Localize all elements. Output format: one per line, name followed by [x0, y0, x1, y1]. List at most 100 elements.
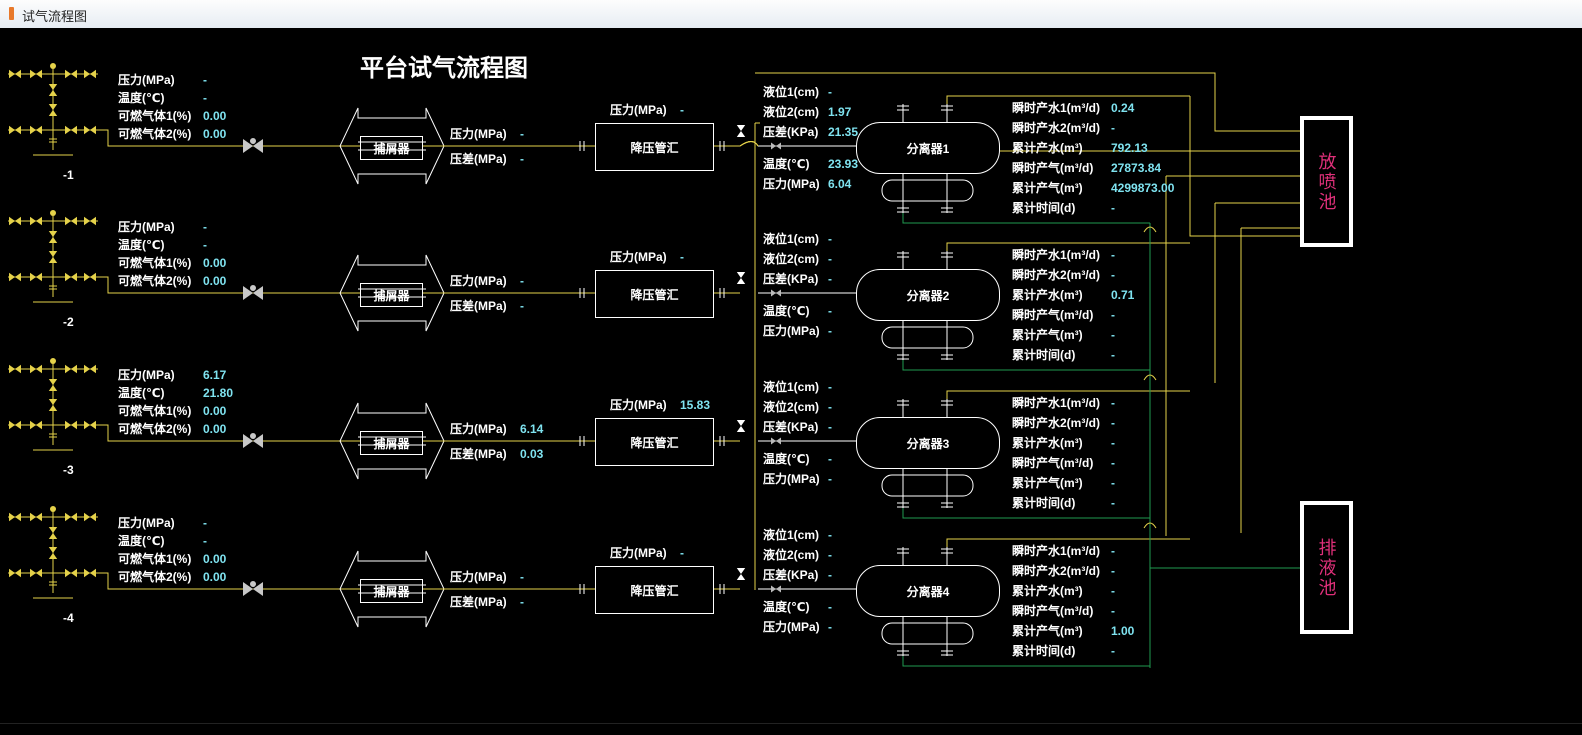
level2-value: -	[828, 400, 832, 414]
gas2-label: 可燃气体2(%)	[118, 127, 192, 141]
pressure-manifold[interactable]: 降压管汇	[595, 418, 714, 466]
debris-trap[interactable]: 捕屑器	[360, 136, 423, 160]
inlet-valve-icon	[776, 142, 781, 150]
trap-diff-value: -	[520, 299, 524, 313]
gas2-label: 可燃气体2(%)	[118, 422, 192, 436]
vent-line-4	[1189, 96, 1300, 237]
valve-icon	[36, 272, 42, 282]
trap-pressure-label: 压力(MPa)	[450, 570, 507, 584]
level1-value: -	[828, 528, 832, 542]
valve-icon	[84, 420, 90, 430]
vent-pool[interactable]: 放喷池	[1300, 116, 1353, 247]
valve-icon	[48, 237, 58, 243]
gas1-value: 0.00	[203, 109, 227, 123]
separator-vessel[interactable]: 分离器3	[856, 417, 1000, 469]
cum-time-label: 累计时间(d)	[1012, 348, 1076, 362]
valve-icon	[71, 216, 77, 226]
valve-icon	[48, 399, 58, 405]
wellhead-temperature-label: 温度(℃)	[118, 238, 165, 252]
wellhead-temperature-value: -	[203, 91, 207, 105]
level1-label: 液位1(cm)	[763, 85, 820, 99]
valve-icon	[15, 216, 21, 226]
valve-icon	[48, 90, 58, 96]
valve-icon	[48, 405, 58, 411]
valve-icon	[71, 272, 77, 282]
gas1-value: 0.00	[203, 256, 227, 270]
separator-temp-label: 温度(℃)	[763, 452, 810, 466]
diff-kpa-value: -	[828, 272, 832, 286]
cum-gas-label: 累计产气(m³)	[1012, 624, 1083, 638]
separator-vessel[interactable]: 分离器4	[856, 565, 1000, 617]
valve-icon	[90, 512, 96, 522]
cum-time-label: 累计时间(d)	[1012, 644, 1076, 658]
water2-label: 瞬时产水2(m³/d)	[1012, 268, 1100, 282]
inlet-valve-icon	[771, 437, 776, 445]
valve-icon	[84, 568, 90, 578]
valve-icon	[9, 364, 15, 374]
valve-icon	[84, 125, 90, 135]
separator-vessel[interactable]: 分离器1	[856, 122, 1000, 174]
manifold-pressure-label: 压力(MPa)	[610, 250, 667, 264]
cum-gas-value: -	[1111, 328, 1115, 342]
vent-pool-label: 放喷池	[1316, 151, 1337, 212]
inst-gas-label: 瞬时产气(m³/d)	[1012, 161, 1094, 175]
cum-gas-value: 4299873.00	[1111, 181, 1175, 195]
valve-icon	[71, 364, 77, 374]
wellhead-pressure-label: 压力(MPa)	[118, 73, 175, 87]
trap-pressure-value: 6.14	[520, 422, 544, 436]
valve-icon	[15, 272, 21, 282]
valve-icon	[30, 420, 36, 430]
diff-kpa-value: -	[828, 568, 832, 582]
water2-label: 瞬时产水2(m³/d)	[1012, 416, 1100, 430]
valve-icon	[36, 420, 42, 430]
valve-icon	[9, 216, 15, 226]
inst-gas-label: 瞬时产气(m³/d)	[1012, 456, 1094, 470]
gas1-value: 0.00	[203, 552, 227, 566]
gas2-value: 0.00	[203, 422, 227, 436]
debris-trap[interactable]: 捕屑器	[360, 579, 423, 603]
gas1-value: 0.00	[203, 404, 227, 418]
debris-trap[interactable]: 捕屑器	[360, 283, 423, 307]
level2-label: 液位2(cm)	[763, 252, 820, 266]
water1-value: -	[1111, 396, 1115, 410]
valve-icon	[36, 512, 42, 522]
separator-pressure-label: 压力(MPa)	[763, 324, 820, 338]
manifold-pressure-value: 15.83	[680, 398, 711, 412]
separator-vessel[interactable]: 分离器2	[856, 269, 1000, 321]
valve-icon	[15, 125, 21, 135]
valve-icon	[9, 125, 15, 135]
cum-water-value: 792.13	[1111, 141, 1148, 155]
cum-time-value: -	[1111, 348, 1115, 362]
well-id: -2	[63, 315, 74, 329]
choke-valve-icon	[250, 138, 256, 144]
inst-gas-label: 瞬时产气(m³/d)	[1012, 604, 1094, 618]
bypass-valve-icon	[736, 420, 746, 426]
choke-valve-icon	[250, 581, 256, 587]
pressure-manifold[interactable]: 降压管汇	[595, 123, 714, 171]
wellhead-cap-icon	[50, 210, 56, 216]
valve-icon	[36, 568, 42, 578]
separator-temp-label: 温度(℃)	[763, 157, 810, 171]
valve-icon	[48, 104, 58, 110]
wellhead-temperature-label: 温度(℃)	[118, 386, 165, 400]
debris-trap[interactable]: 捕屑器	[360, 431, 423, 455]
pressure-manifold[interactable]: 降压管汇	[595, 566, 714, 614]
inst-gas-value: -	[1111, 456, 1115, 470]
trap-diff-value: 0.03	[520, 447, 544, 461]
valve-icon	[90, 568, 96, 578]
wellhead-temperature-value: -	[203, 238, 207, 252]
gas2-value: 0.00	[203, 127, 227, 141]
trap-pressure-value: -	[520, 570, 524, 584]
valve-icon	[30, 216, 36, 226]
valve-icon	[90, 272, 96, 282]
valve-icon	[15, 568, 21, 578]
level2-label: 液位2(cm)	[763, 548, 820, 562]
separator-temp-value: -	[828, 452, 832, 466]
cum-water-value: -	[1111, 436, 1115, 450]
pressure-manifold[interactable]: 降压管汇	[595, 270, 714, 318]
cum-time-value: -	[1111, 644, 1115, 658]
valve-icon	[30, 364, 36, 374]
diff-kpa-label: 压差(KPa)	[763, 272, 819, 286]
well-id: -3	[63, 463, 74, 477]
drain-pool[interactable]: 排液池	[1300, 501, 1353, 634]
